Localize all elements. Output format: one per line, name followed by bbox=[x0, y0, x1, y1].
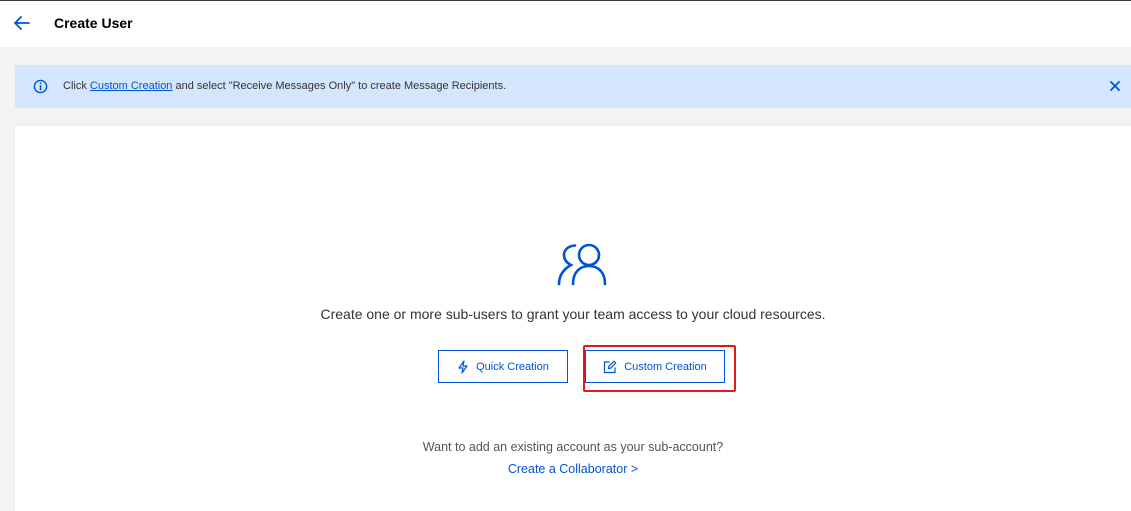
back-button[interactable] bbox=[12, 13, 32, 33]
quick-creation-label: Quick Creation bbox=[476, 360, 549, 373]
info-notice: Click Custom Creation and select "Receiv… bbox=[15, 65, 1131, 108]
existing-account-text: Want to add an existing account as your … bbox=[422, 440, 724, 454]
custom-creation-label: Custom Creation bbox=[624, 360, 707, 373]
close-notice-button[interactable] bbox=[1107, 78, 1123, 94]
description-text: Create one or more sub-users to grant yo… bbox=[320, 306, 826, 322]
notice-text: Click Custom Creation and select "Receiv… bbox=[63, 80, 506, 92]
custom-creation-button[interactable]: Custom Creation bbox=[585, 350, 725, 383]
info-icon bbox=[33, 79, 48, 94]
notice-prefix: Click bbox=[63, 80, 90, 92]
quick-creation-button[interactable]: Quick Creation bbox=[438, 350, 568, 383]
users-icon bbox=[557, 243, 607, 286]
create-collaborator-link[interactable]: Create a Collaborator > bbox=[15, 462, 1131, 476]
page-header: Create User bbox=[0, 1, 1131, 47]
notice-suffix: and select "Receive Messages Only" to cr… bbox=[172, 80, 507, 92]
create-user-card: Create one or more sub-users to grant yo… bbox=[15, 126, 1131, 511]
arrow-left-icon bbox=[14, 16, 30, 30]
edit-icon bbox=[604, 360, 617, 373]
page-title: Create User bbox=[54, 15, 133, 31]
lightning-icon bbox=[458, 359, 468, 374]
custom-creation-link[interactable]: Custom Creation bbox=[90, 80, 173, 92]
close-icon bbox=[1110, 81, 1120, 91]
